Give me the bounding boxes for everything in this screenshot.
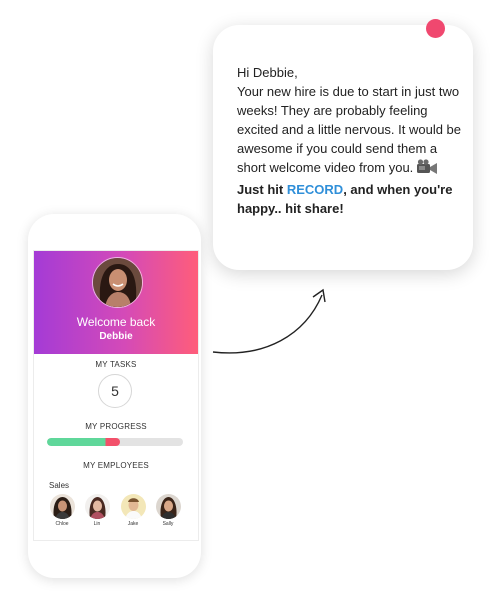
- call-to-action: Just hit RECORD, and when you're happy..…: [237, 180, 469, 218]
- curved-arrow-icon: [212, 288, 326, 354]
- employee-group-label: Sales: [49, 481, 70, 490]
- user-name: Debbie: [99, 331, 133, 342]
- message-text: Hi Debbie, Your new hire is due to start…: [237, 63, 469, 218]
- record-keyword: RECORD: [286, 182, 344, 197]
- employees-label: MY EMPLOYEES: [83, 461, 149, 470]
- cta-prefix: Just hit: [237, 182, 287, 197]
- message-greeting: Hi Debbie,: [237, 65, 298, 80]
- employee-name: Lin: [93, 521, 101, 527]
- avatar: [84, 494, 110, 519]
- employee-chloe[interactable]: Chloe: [47, 494, 77, 527]
- message-bubble: Hi Debbie, Your new hire is due to start…: [213, 25, 473, 270]
- progress-label: MY PROGRESS: [85, 422, 147, 431]
- phone-screen: Welcome back Debbie MY TASKS 5 MY PROGRE…: [33, 250, 199, 541]
- tasks-label: MY TASKS: [95, 360, 137, 369]
- task-count-badge[interactable]: 5: [98, 374, 132, 408]
- employee-name: Jake: [127, 521, 139, 527]
- avatar: [49, 494, 75, 519]
- employee-name: Chloe: [55, 521, 69, 527]
- progress-bar: [47, 438, 183, 446]
- employee-sally[interactable]: Sally: [153, 494, 183, 527]
- avatar[interactable]: [92, 257, 143, 308]
- employee-jake[interactable]: Jake: [118, 494, 148, 527]
- avatar: [155, 494, 181, 519]
- phone-mockup: Welcome back Debbie MY TASKS 5 MY PROGRE…: [28, 214, 201, 578]
- message-body: Your new hire is due to start in just tw…: [237, 82, 469, 180]
- avatar: [120, 494, 146, 519]
- video-camera-icon: [416, 159, 438, 180]
- progress-bar-fill: [47, 438, 121, 446]
- welcome-header: Welcome back Debbie: [34, 251, 198, 354]
- employee-name: Sally: [162, 521, 174, 527]
- employee-lin[interactable]: Lin: [82, 494, 112, 527]
- notification-dot: [426, 19, 445, 38]
- welcome-text: Welcome back: [76, 315, 156, 329]
